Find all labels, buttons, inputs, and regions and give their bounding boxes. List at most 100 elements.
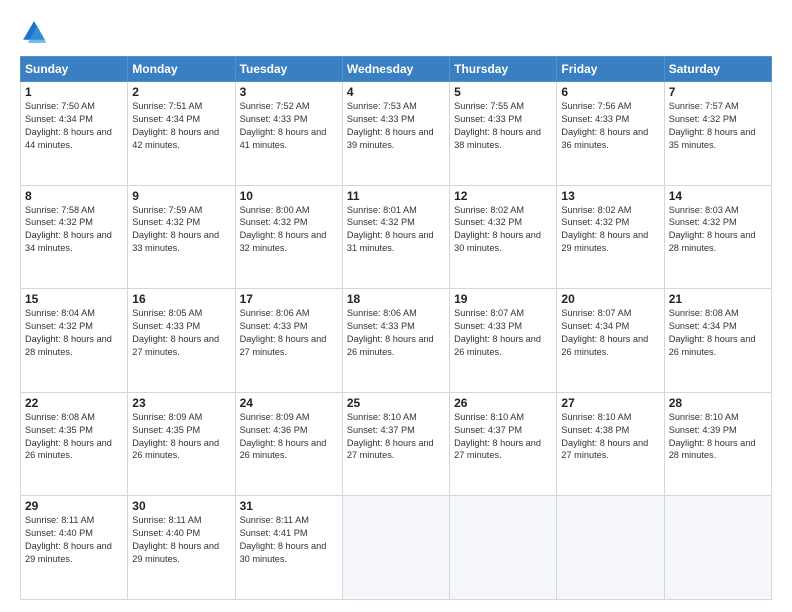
cell-info: Sunrise: 8:02 AMSunset: 4:32 PMDaylight:… bbox=[561, 205, 648, 254]
cell-info: Sunrise: 8:04 AMSunset: 4:32 PMDaylight:… bbox=[25, 308, 112, 357]
day-number: 26 bbox=[454, 396, 552, 410]
cell-info: Sunrise: 8:05 AMSunset: 4:33 PMDaylight:… bbox=[132, 308, 219, 357]
calendar-cell bbox=[450, 496, 557, 600]
day-number: 29 bbox=[25, 499, 123, 513]
logo bbox=[20, 18, 54, 46]
cell-info: Sunrise: 8:11 AMSunset: 4:40 PMDaylight:… bbox=[25, 515, 112, 564]
day-number: 2 bbox=[132, 85, 230, 99]
calendar-cell: 8 Sunrise: 7:58 AMSunset: 4:32 PMDayligh… bbox=[21, 185, 128, 289]
cell-info: Sunrise: 7:57 AMSunset: 4:32 PMDaylight:… bbox=[669, 101, 756, 150]
day-of-week-header: Friday bbox=[557, 57, 664, 82]
day-of-week-header: Saturday bbox=[664, 57, 771, 82]
calendar-week-row: 22 Sunrise: 8:08 AMSunset: 4:35 PMDaylig… bbox=[21, 392, 772, 496]
calendar-cell: 4 Sunrise: 7:53 AMSunset: 4:33 PMDayligh… bbox=[342, 82, 449, 186]
calendar-cell: 14 Sunrise: 8:03 AMSunset: 4:32 PMDaylig… bbox=[664, 185, 771, 289]
calendar-week-row: 8 Sunrise: 7:58 AMSunset: 4:32 PMDayligh… bbox=[21, 185, 772, 289]
calendar-cell: 15 Sunrise: 8:04 AMSunset: 4:32 PMDaylig… bbox=[21, 289, 128, 393]
calendar-week-row: 29 Sunrise: 8:11 AMSunset: 4:40 PMDaylig… bbox=[21, 496, 772, 600]
day-number: 19 bbox=[454, 292, 552, 306]
day-of-week-header: Tuesday bbox=[235, 57, 342, 82]
day-number: 25 bbox=[347, 396, 445, 410]
cell-info: Sunrise: 8:07 AMSunset: 4:34 PMDaylight:… bbox=[561, 308, 648, 357]
day-number: 31 bbox=[240, 499, 338, 513]
day-number: 20 bbox=[561, 292, 659, 306]
calendar-cell bbox=[342, 496, 449, 600]
calendar-cell: 12 Sunrise: 8:02 AMSunset: 4:32 PMDaylig… bbox=[450, 185, 557, 289]
day-number: 24 bbox=[240, 396, 338, 410]
calendar-cell bbox=[557, 496, 664, 600]
calendar-cell: 26 Sunrise: 8:10 AMSunset: 4:37 PMDaylig… bbox=[450, 392, 557, 496]
cell-info: Sunrise: 8:10 AMSunset: 4:37 PMDaylight:… bbox=[347, 412, 434, 461]
page: SundayMondayTuesdayWednesdayThursdayFrid… bbox=[0, 0, 792, 612]
day-of-week-header: Thursday bbox=[450, 57, 557, 82]
cell-info: Sunrise: 8:00 AMSunset: 4:32 PMDaylight:… bbox=[240, 205, 327, 254]
cell-info: Sunrise: 8:10 AMSunset: 4:37 PMDaylight:… bbox=[454, 412, 541, 461]
cell-info: Sunrise: 7:51 AMSunset: 4:34 PMDaylight:… bbox=[132, 101, 219, 150]
day-number: 23 bbox=[132, 396, 230, 410]
cell-info: Sunrise: 8:07 AMSunset: 4:33 PMDaylight:… bbox=[454, 308, 541, 357]
calendar-cell: 16 Sunrise: 8:05 AMSunset: 4:33 PMDaylig… bbox=[128, 289, 235, 393]
day-number: 1 bbox=[25, 85, 123, 99]
calendar-cell: 22 Sunrise: 8:08 AMSunset: 4:35 PMDaylig… bbox=[21, 392, 128, 496]
cell-info: Sunrise: 8:10 AMSunset: 4:39 PMDaylight:… bbox=[669, 412, 756, 461]
cell-info: Sunrise: 7:53 AMSunset: 4:33 PMDaylight:… bbox=[347, 101, 434, 150]
cell-info: Sunrise: 7:58 AMSunset: 4:32 PMDaylight:… bbox=[25, 205, 112, 254]
calendar-cell: 18 Sunrise: 8:06 AMSunset: 4:33 PMDaylig… bbox=[342, 289, 449, 393]
day-number: 27 bbox=[561, 396, 659, 410]
cell-info: Sunrise: 8:06 AMSunset: 4:33 PMDaylight:… bbox=[240, 308, 327, 357]
cell-info: Sunrise: 8:06 AMSunset: 4:33 PMDaylight:… bbox=[347, 308, 434, 357]
calendar-cell bbox=[664, 496, 771, 600]
calendar-cell: 6 Sunrise: 7:56 AMSunset: 4:33 PMDayligh… bbox=[557, 82, 664, 186]
calendar-cell: 28 Sunrise: 8:10 AMSunset: 4:39 PMDaylig… bbox=[664, 392, 771, 496]
day-number: 22 bbox=[25, 396, 123, 410]
calendar-week-row: 1 Sunrise: 7:50 AMSunset: 4:34 PMDayligh… bbox=[21, 82, 772, 186]
day-number: 7 bbox=[669, 85, 767, 99]
calendar-cell: 1 Sunrise: 7:50 AMSunset: 4:34 PMDayligh… bbox=[21, 82, 128, 186]
cell-info: Sunrise: 7:56 AMSunset: 4:33 PMDaylight:… bbox=[561, 101, 648, 150]
calendar-cell: 25 Sunrise: 8:10 AMSunset: 4:37 PMDaylig… bbox=[342, 392, 449, 496]
cell-info: Sunrise: 8:02 AMSunset: 4:32 PMDaylight:… bbox=[454, 205, 541, 254]
calendar-body: 1 Sunrise: 7:50 AMSunset: 4:34 PMDayligh… bbox=[21, 82, 772, 600]
cell-info: Sunrise: 8:08 AMSunset: 4:35 PMDaylight:… bbox=[25, 412, 112, 461]
day-number: 18 bbox=[347, 292, 445, 306]
logo-icon bbox=[20, 18, 48, 46]
day-number: 11 bbox=[347, 189, 445, 203]
calendar-week-row: 15 Sunrise: 8:04 AMSunset: 4:32 PMDaylig… bbox=[21, 289, 772, 393]
calendar-cell: 10 Sunrise: 8:00 AMSunset: 4:32 PMDaylig… bbox=[235, 185, 342, 289]
day-number: 14 bbox=[669, 189, 767, 203]
day-number: 28 bbox=[669, 396, 767, 410]
cell-info: Sunrise: 8:09 AMSunset: 4:36 PMDaylight:… bbox=[240, 412, 327, 461]
day-number: 10 bbox=[240, 189, 338, 203]
calendar-cell: 30 Sunrise: 8:11 AMSunset: 4:40 PMDaylig… bbox=[128, 496, 235, 600]
calendar-cell: 11 Sunrise: 8:01 AMSunset: 4:32 PMDaylig… bbox=[342, 185, 449, 289]
calendar-header-row: SundayMondayTuesdayWednesdayThursdayFrid… bbox=[21, 57, 772, 82]
cell-info: Sunrise: 8:11 AMSunset: 4:40 PMDaylight:… bbox=[132, 515, 219, 564]
calendar-cell: 19 Sunrise: 8:07 AMSunset: 4:33 PMDaylig… bbox=[450, 289, 557, 393]
cell-info: Sunrise: 8:08 AMSunset: 4:34 PMDaylight:… bbox=[669, 308, 756, 357]
cell-info: Sunrise: 7:59 AMSunset: 4:32 PMDaylight:… bbox=[132, 205, 219, 254]
day-of-week-header: Sunday bbox=[21, 57, 128, 82]
day-number: 13 bbox=[561, 189, 659, 203]
day-number: 8 bbox=[25, 189, 123, 203]
header bbox=[20, 18, 772, 46]
calendar-cell: 9 Sunrise: 7:59 AMSunset: 4:32 PMDayligh… bbox=[128, 185, 235, 289]
cell-info: Sunrise: 8:03 AMSunset: 4:32 PMDaylight:… bbox=[669, 205, 756, 254]
calendar-cell: 29 Sunrise: 8:11 AMSunset: 4:40 PMDaylig… bbox=[21, 496, 128, 600]
day-number: 16 bbox=[132, 292, 230, 306]
calendar-cell: 27 Sunrise: 8:10 AMSunset: 4:38 PMDaylig… bbox=[557, 392, 664, 496]
calendar-cell: 24 Sunrise: 8:09 AMSunset: 4:36 PMDaylig… bbox=[235, 392, 342, 496]
day-number: 21 bbox=[669, 292, 767, 306]
day-number: 6 bbox=[561, 85, 659, 99]
cell-info: Sunrise: 8:09 AMSunset: 4:35 PMDaylight:… bbox=[132, 412, 219, 461]
calendar: SundayMondayTuesdayWednesdayThursdayFrid… bbox=[20, 56, 772, 600]
day-number: 15 bbox=[25, 292, 123, 306]
calendar-cell: 17 Sunrise: 8:06 AMSunset: 4:33 PMDaylig… bbox=[235, 289, 342, 393]
calendar-cell: 20 Sunrise: 8:07 AMSunset: 4:34 PMDaylig… bbox=[557, 289, 664, 393]
calendar-cell: 7 Sunrise: 7:57 AMSunset: 4:32 PMDayligh… bbox=[664, 82, 771, 186]
day-number: 5 bbox=[454, 85, 552, 99]
day-number: 30 bbox=[132, 499, 230, 513]
day-number: 17 bbox=[240, 292, 338, 306]
cell-info: Sunrise: 8:11 AMSunset: 4:41 PMDaylight:… bbox=[240, 515, 327, 564]
calendar-cell: 2 Sunrise: 7:51 AMSunset: 4:34 PMDayligh… bbox=[128, 82, 235, 186]
calendar-cell: 21 Sunrise: 8:08 AMSunset: 4:34 PMDaylig… bbox=[664, 289, 771, 393]
